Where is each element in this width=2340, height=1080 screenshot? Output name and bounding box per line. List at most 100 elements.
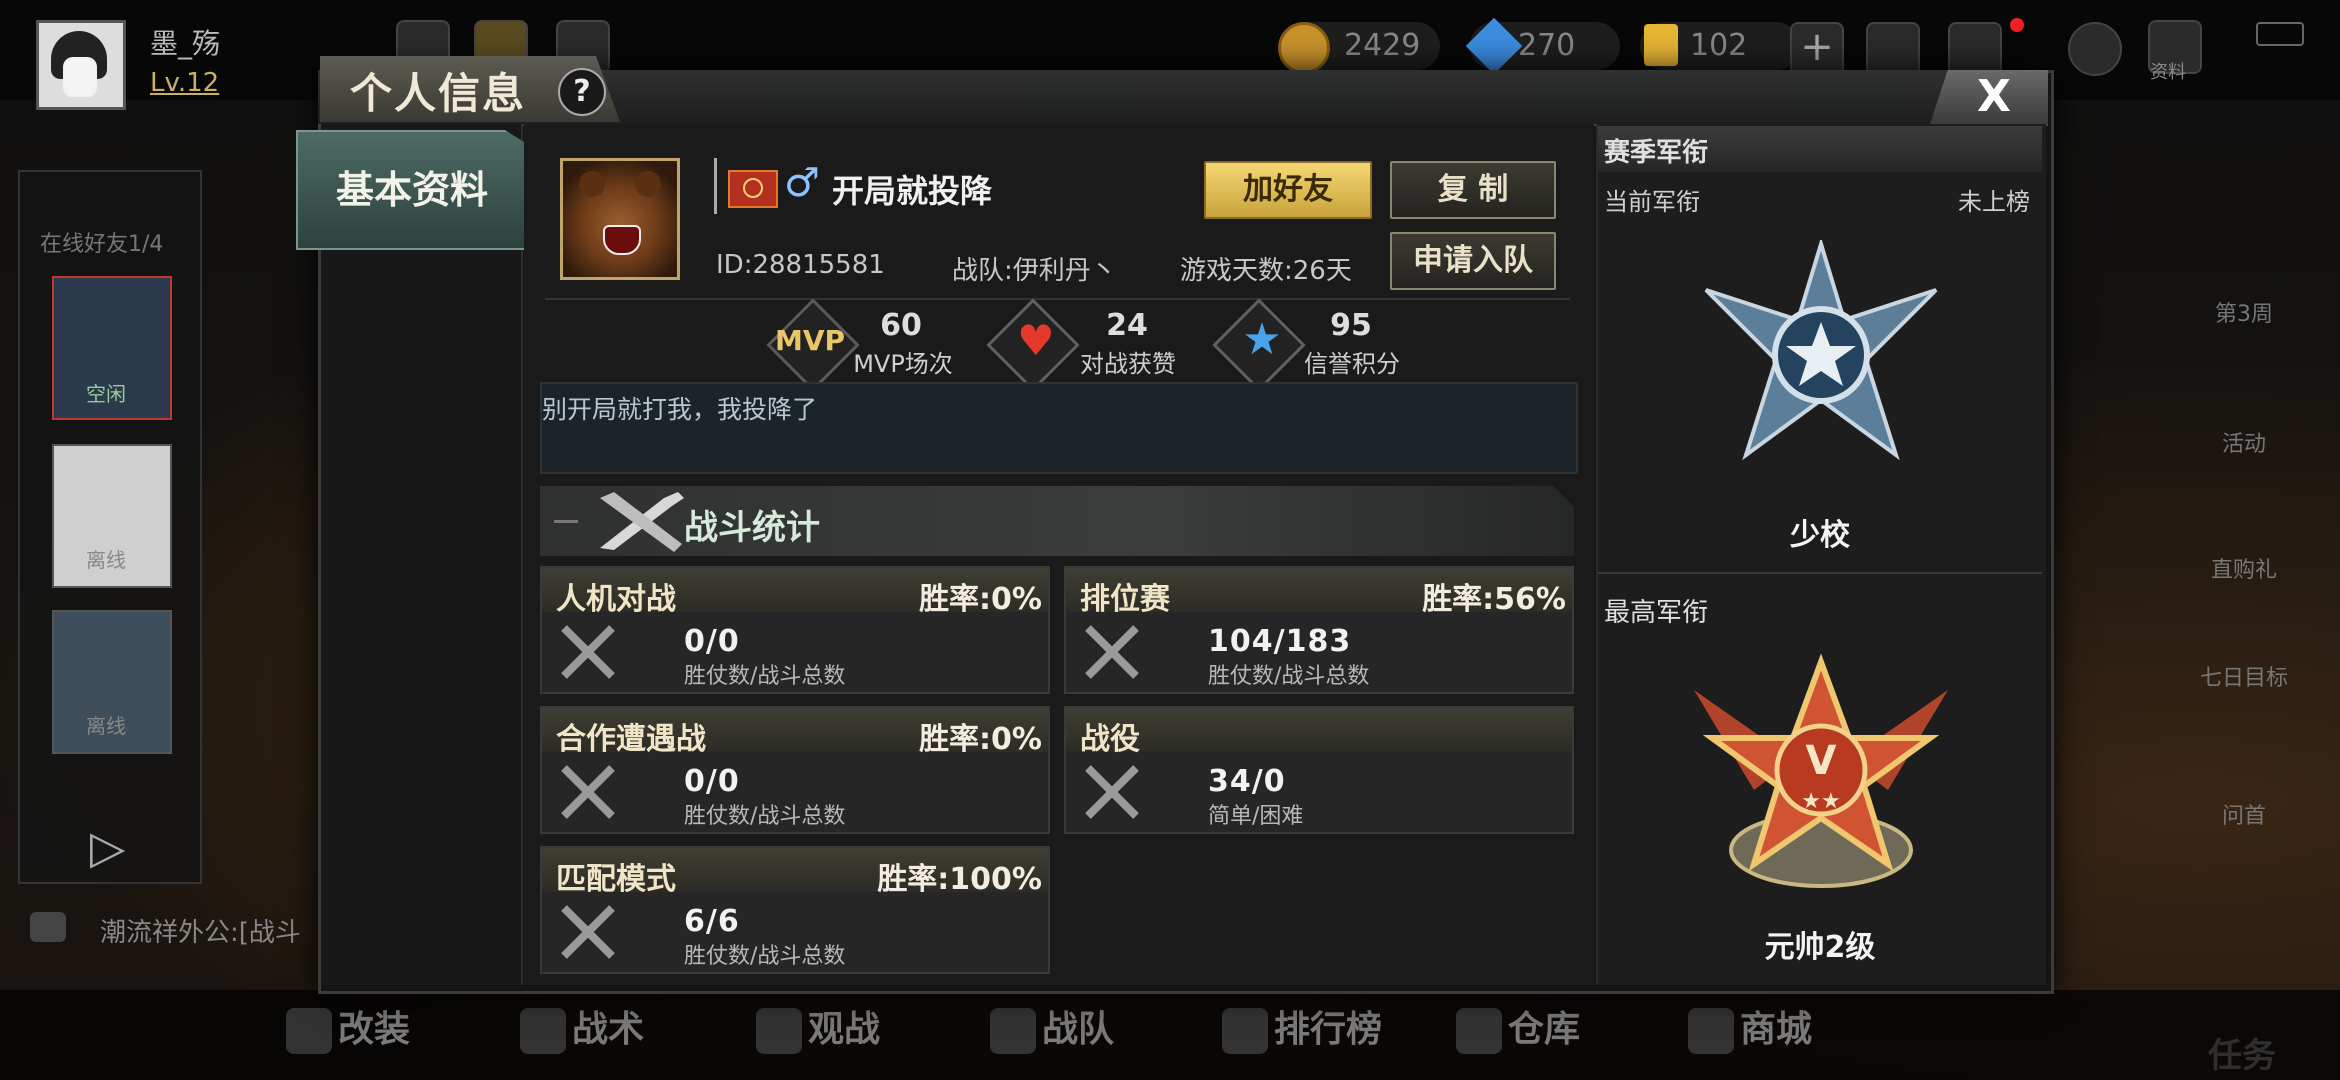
win-rate: 胜率:0% [919, 722, 1042, 757]
credit-score: 95 [1330, 308, 1372, 343]
crossed-swords-icon [1085, 625, 1139, 679]
mail-icon[interactable] [1948, 22, 2002, 76]
nav-warehouse[interactable]: 仓库 [1456, 1000, 1580, 1054]
mvp-count: 60 [880, 308, 922, 343]
player-level: Lv.12 [150, 68, 220, 98]
stat-box-title: 匹配模式 [556, 862, 676, 897]
nav-leaderboard[interactable]: 排行榜 [1222, 1000, 1382, 1054]
side-weekly[interactable]: 第3周 [2184, 296, 2304, 328]
side-seven-day[interactable]: 七日目标 [2184, 660, 2304, 692]
marshal-rank-badge-icon: V ★★ [1694, 653, 1948, 888]
shop-icon [1688, 1008, 1734, 1054]
campaign-label: 简单/困难 [1208, 804, 1304, 829]
campaign-count: 34/0 [1208, 764, 1286, 799]
male-icon: ♂ [784, 160, 820, 206]
divider [545, 298, 1570, 300]
stat-box-campaign: 战役 34/0 简单/困难 [1064, 706, 1574, 834]
chat-ticker[interactable]: 潮流祥外公:[战斗 [100, 912, 301, 949]
nav-team[interactable]: 战队 [990, 1000, 1114, 1054]
crossed-swords-icon [561, 765, 615, 819]
stat-box-match: 匹配模式 胜率:100% 6/6 胜仗数/战斗总数 [540, 846, 1050, 974]
mask-icon [520, 1008, 566, 1054]
player-avatar[interactable] [36, 20, 126, 110]
current-rank-name: 少校 [1790, 518, 1850, 553]
online-friends-label: 在线好友1/4 [40, 232, 164, 257]
wrench-icon [286, 1008, 332, 1054]
heart-glyph: ♥ [1017, 316, 1055, 365]
friend-status: 离线 [86, 714, 126, 738]
profile-id: ID:28815581 [716, 250, 885, 280]
diamond-value: 270 [1518, 28, 1576, 63]
rifle-icon [600, 492, 684, 552]
current-rank-status: 未上榜 [1958, 188, 2030, 216]
house-icon [1456, 1008, 1502, 1054]
battery-icon [2256, 22, 2304, 46]
likes-count: 24 [1106, 308, 1148, 343]
crossed-swords-icon [1085, 765, 1139, 819]
battle-stats-title: 战斗统计 [684, 508, 820, 548]
friends-icon[interactable] [1866, 22, 1920, 76]
chat-icon[interactable] [30, 912, 66, 942]
nav-tactics[interactable]: 战术 [520, 1000, 644, 1054]
stat-box-pve: 人机对战 胜率:0% 0/0 胜仗数/战斗总数 [540, 566, 1050, 694]
nav-spectate[interactable]: 观战 [756, 1000, 880, 1054]
tab-basic-info[interactable]: 基本资料 [296, 130, 528, 250]
win-count-label: 胜仗数/战斗总数 [684, 944, 846, 969]
profile-days: 游戏天数:26天 [1180, 256, 1352, 286]
help-button[interactable]: ? [558, 68, 606, 116]
stat-box-title: 人机对战 [556, 582, 676, 617]
card-icon [1644, 24, 1678, 66]
plus-icon[interactable]: + [1790, 22, 1844, 76]
stat-box-ranked: 排位赛 胜率:56% 104/183 胜仗数/战斗总数 [1064, 566, 1574, 694]
archive-label: 资料 [2150, 62, 2186, 83]
eye-icon [756, 1008, 802, 1054]
season-rank-title: 赛季军衔 [1604, 138, 1709, 168]
team-flag-icon [728, 170, 778, 208]
stat-box-title: 排位赛 [1080, 582, 1170, 617]
coin-value: 2429 [1344, 28, 1421, 63]
win-count-label: 胜仗数/战斗总数 [684, 664, 846, 689]
rank-divider [1598, 572, 2042, 574]
profile-avatar[interactable] [560, 158, 680, 280]
player-name: 墨_殇 [150, 27, 221, 60]
mail-badge [2010, 18, 2024, 32]
win-count: 6/6 [684, 904, 740, 939]
win-rate: 胜率:56% [1422, 582, 1566, 617]
friend-status: 空闲 [86, 382, 126, 406]
gear-icon[interactable] [2068, 22, 2122, 76]
shield-icon [990, 1008, 1036, 1054]
win-count: 104/183 [1208, 624, 1352, 659]
side-first[interactable]: 问首 [2184, 798, 2304, 830]
crossed-swords-icon [561, 625, 615, 679]
major-rank-badge-icon [1704, 240, 1938, 461]
expand-arrow-icon[interactable]: ▷ [90, 820, 125, 874]
copy-button[interactable]: 复 制 [1390, 161, 1556, 219]
profile-username: 开局就投降 [832, 172, 993, 210]
win-rate: 胜率:100% [877, 862, 1042, 897]
friend-status: 离线 [86, 548, 126, 572]
dialog-title: 个人信息 [350, 69, 527, 118]
close-button[interactable]: X [1930, 70, 2048, 124]
join-team-button[interactable]: 申请入队 [1390, 232, 1556, 290]
likes-label: 对战获赞 [1080, 350, 1176, 378]
highest-rank-name: 元帅2级 [1764, 930, 1876, 965]
current-rank-label: 当前军衔 [1604, 188, 1700, 216]
win-rate: 胜率:0% [919, 582, 1042, 617]
card-value: 102 [1690, 28, 1748, 63]
star-glyph: ★ [1242, 314, 1282, 365]
stat-box-title: 战役 [1080, 722, 1140, 757]
coin-icon [1278, 22, 1330, 74]
header-dash [554, 520, 578, 523]
side-activity[interactable]: 活动 [2184, 426, 2304, 458]
trophy-icon [1222, 1008, 1268, 1054]
win-count-label: 胜仗数/战斗总数 [1208, 664, 1370, 689]
win-count-label: 胜仗数/战斗总数 [684, 804, 846, 829]
nav-shop[interactable]: 商城 [1688, 1000, 1812, 1054]
add-friend-button[interactable]: 加好友 [1204, 161, 1372, 219]
svg-text:★★: ★★ [1801, 789, 1840, 814]
mvp-label: MVP场次 [853, 350, 953, 378]
win-count: 0/0 [684, 764, 740, 799]
mvp-icon-text: MVP [774, 324, 846, 357]
side-direct-gift[interactable]: 直购礼 [2184, 552, 2304, 584]
nav-modify[interactable]: 改装 [286, 1000, 410, 1054]
